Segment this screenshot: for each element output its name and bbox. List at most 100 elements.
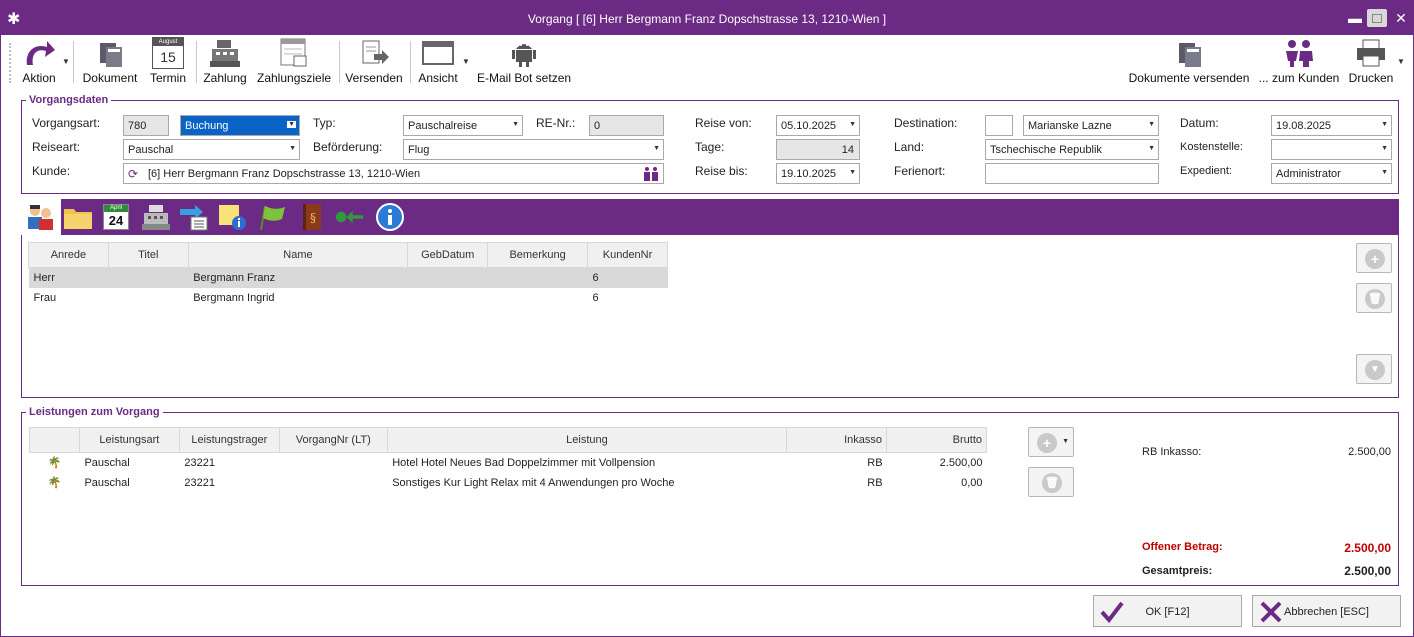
folder-icon[interactable] — [63, 203, 93, 231]
zahlung-button[interactable]: Zahlung — [201, 37, 249, 85]
col-kundennr[interactable]: KundenNr — [587, 242, 668, 268]
dokumente-versenden-button[interactable]: Dokumente versenden — [1127, 37, 1251, 85]
aktion-button[interactable]: Aktion — [17, 37, 61, 85]
abbrechen-button[interactable]: Abbrechen [ESC] — [1252, 595, 1401, 627]
delete-person-button[interactable]: 🗑 — [1356, 283, 1392, 313]
leistungen-legend: Leistungen zum Vorgang — [26, 406, 163, 418]
cell-kundennr: 6 — [587, 267, 668, 288]
destination-select[interactable]: Marianske Lazne ▼ — [1023, 115, 1159, 136]
col-icon[interactable] — [29, 427, 80, 453]
chevron-down-icon: ▼ — [849, 169, 856, 176]
col-leistung[interactable]: Leistung — [386, 427, 788, 453]
expedient-select[interactable]: Administrator ▼ — [1271, 163, 1392, 184]
chevron-down-icon: ▼ — [289, 145, 296, 152]
ferienort-field[interactable] — [985, 163, 1159, 184]
documents-icon — [100, 43, 122, 67]
chevron-down-icon: ▼ — [1148, 145, 1155, 152]
customers-icon[interactable] — [641, 166, 661, 182]
calendar-icon[interactable]: April 24 — [103, 204, 129, 230]
chevron-down-icon: ▼ — [1381, 121, 1388, 128]
chevron-down-icon: ▼ — [653, 145, 660, 152]
aktion-dropdown-icon[interactable]: ▼ — [62, 57, 70, 66]
col-anrede[interactable]: Anrede — [28, 242, 109, 268]
table-row[interactable]: 🌴 Pauschal 23221 Hotel Hotel Neues Bad D… — [30, 453, 987, 473]
datum-date[interactable]: 19.08.2025 ▼ — [1271, 115, 1392, 136]
land-value: Tschechische Republik — [990, 144, 1102, 156]
add-leistung-button[interactable]: + ▼ — [1028, 427, 1074, 457]
send-document-icon — [362, 40, 389, 64]
arrow-back-icon[interactable] — [335, 203, 365, 231]
kunde-field[interactable]: ⟳ [6] Herr Bergmann Franz Dopschstrasse … — [123, 163, 664, 184]
cash-register-icon[interactable] — [141, 203, 171, 231]
vorgang-window: ✱ Vorgang [ [6] Herr Bergmann Franz Dops… — [0, 0, 1414, 637]
col-name[interactable]: Name — [187, 242, 409, 268]
col-titel[interactable]: Titel — [107, 242, 189, 268]
col-leistungsart[interactable]: Leistungsart — [78, 427, 180, 453]
reiseart-value: Pauschal — [128, 144, 174, 156]
cell-inkasso: RB — [867, 476, 883, 489]
redo-arrow-icon — [26, 41, 55, 65]
note-info-icon[interactable] — [217, 203, 247, 231]
abbrechen-label: Abbrechen [ESC] — [1284, 606, 1369, 618]
col-gebdatum[interactable]: GebDatum — [407, 242, 489, 268]
ansicht-button[interactable]: Ansicht — [415, 37, 461, 85]
zum-kunden-button[interactable]: ... zum Kunden — [1257, 37, 1341, 85]
befoerderung-label: Beförderung: — [313, 140, 383, 154]
offener-betrag-value: 2.500,00 — [1344, 541, 1391, 555]
flag-icon[interactable] — [257, 203, 287, 231]
zahlungsziele-button[interactable]: Zahlungsziele — [257, 37, 331, 85]
kostenstelle-select[interactable]: ▼ — [1271, 139, 1392, 160]
cell-gebdatum — [407, 267, 488, 288]
persons-panel: Anrede Titel Name GebDatum Bemerkung Kun… — [21, 235, 1399, 398]
reiseart-select[interactable]: Pauschal ▼ — [123, 139, 300, 160]
col-inkasso[interactable]: Inkasso — [786, 427, 888, 453]
email-bot-button[interactable]: E-Mail Bot setzen — [477, 37, 571, 85]
table-row[interactable]: 🌴 Pauschal 23221 Sonstiges Kur Light Rel… — [30, 473, 987, 493]
cell-bemerkung — [488, 288, 588, 308]
col-brutto[interactable]: Brutto — [886, 427, 987, 453]
book-icon[interactable]: § — [297, 203, 327, 231]
cell-brutto: 2.500,00 — [939, 456, 983, 469]
tage-field: 14 — [776, 139, 860, 160]
drucken-button[interactable]: Drucken — [1347, 37, 1395, 85]
col-vorgangnr[interactable]: VorgangNr (LT) — [278, 427, 388, 453]
reise-von-date[interactable]: 05.10.2025 ▼ — [776, 115, 860, 136]
befoerderung-select[interactable]: Flug ▼ — [403, 139, 664, 160]
ok-button[interactable]: OK [F12] — [1093, 595, 1242, 627]
cell-bemerkung — [487, 267, 588, 288]
maximize-icon[interactable] — [1367, 9, 1387, 27]
drucken-dropdown-icon[interactable]: ▼ — [1397, 57, 1405, 66]
minimize-icon[interactable]: ▬ — [1345, 9, 1365, 27]
list-arrow-icon[interactable] — [179, 203, 209, 231]
add-person-button[interactable]: + — [1356, 243, 1392, 273]
email-bot-label: E-Mail Bot setzen — [477, 71, 572, 85]
termin-button[interactable]: August 15 Termin — [147, 37, 189, 85]
table-row[interactable]: Frau Bergmann Ingrid 6 — [29, 288, 668, 308]
payment-calendar-icon — [280, 38, 307, 67]
destination-code-field[interactable] — [985, 115, 1013, 136]
versenden-button[interactable]: Versenden — [345, 37, 403, 85]
info-icon[interactable] — [375, 203, 405, 231]
land-select[interactable]: Tschechische Republik ▼ — [985, 139, 1159, 160]
typ-select[interactable]: Pauschalreise ▼ — [403, 115, 523, 136]
toolbar-separator — [410, 41, 411, 83]
toolbar-separator — [196, 41, 197, 83]
android-robot-icon — [512, 44, 536, 67]
dokument-button[interactable]: Dokument — [81, 37, 139, 85]
reise-bis-date[interactable]: 19.10.2025 ▼ — [776, 163, 860, 184]
refresh-icon[interactable]: ⟳ — [128, 167, 138, 181]
ansicht-dropdown-icon[interactable]: ▼ — [462, 57, 470, 66]
calendar-day: 15 — [160, 49, 176, 65]
table-row[interactable]: Herr Bergmann Franz 6 — [28, 267, 668, 288]
zum-kunden-label: ... zum Kunden — [1258, 71, 1340, 85]
col-bemerkung[interactable]: Bemerkung — [487, 242, 589, 268]
chevron-down-icon: ▼ — [1381, 169, 1388, 176]
col-leistungstraeger[interactable]: Leistungstrager — [178, 427, 280, 453]
persons-table: Anrede Titel Name GebDatum Bemerkung Kun… — [28, 242, 668, 308]
travellers-icon[interactable] — [25, 203, 55, 231]
close-icon[interactable]: ✕ — [1391, 9, 1411, 27]
vorgangsart-select[interactable]: Buchung ▼ — [180, 115, 300, 136]
delete-leistung-button[interactable]: 🗑 — [1028, 467, 1074, 497]
filter-button[interactable]: ▼ — [1356, 354, 1392, 384]
tage-label: Tage: — [695, 140, 725, 154]
